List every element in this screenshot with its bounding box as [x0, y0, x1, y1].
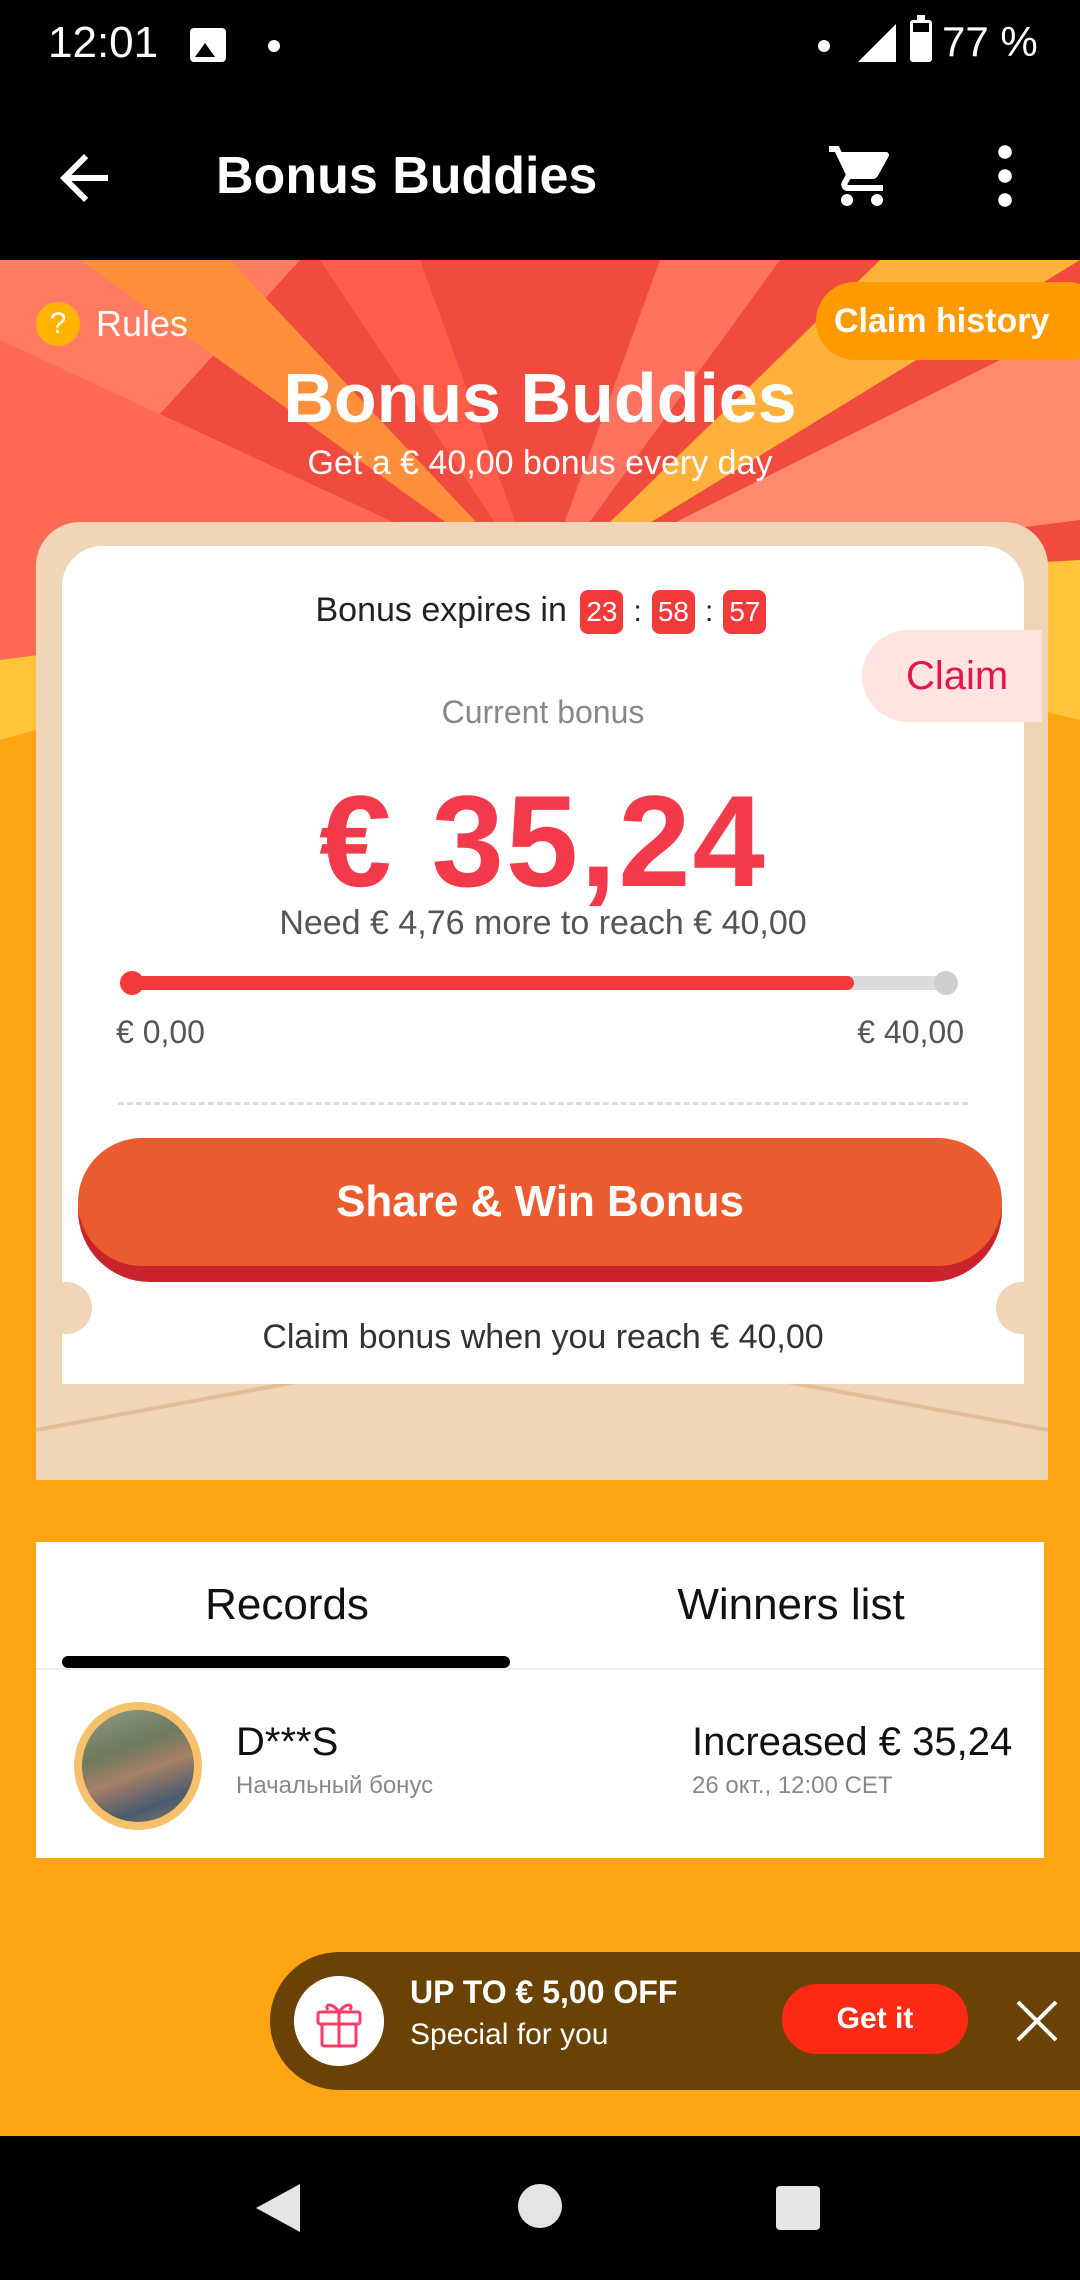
help-icon: ? — [36, 302, 80, 346]
notification-dot-icon — [268, 40, 280, 52]
more-options-icon[interactable] — [980, 140, 1030, 212]
timer-separator: : — [633, 595, 642, 628]
expires-label: Bonus expires in — [315, 590, 567, 629]
records-panel: Records Winners list D***S Начальный бон… — [36, 1542, 1044, 1858]
rules-link[interactable]: ? Rules — [36, 302, 188, 346]
status-time: 12:01 — [48, 18, 159, 67]
timer-seconds: 57 — [723, 590, 767, 634]
record-time: 26 окт., 12:00 CET — [692, 1772, 893, 1799]
gift-icon — [294, 1976, 384, 2066]
bonus-expiry: Bonus expires in 23:58:57 — [62, 590, 1024, 634]
ticket-notch-right — [996, 1282, 1048, 1334]
share-win-bonus-label: Share & Win Bonus — [78, 1138, 1002, 1266]
timer-separator: : — [704, 595, 714, 628]
signal-icon — [858, 24, 896, 62]
record-user-name: D***S — [236, 1720, 339, 1764]
current-bonus-label: Current bonus — [441, 694, 645, 730]
progress-max-label: € 40,00 — [857, 1014, 964, 1050]
progress-end-dot — [934, 971, 958, 995]
hero-title: Bonus Buddies — [283, 359, 797, 437]
hero-subtitle: Get a € 40,00 bonus every day — [307, 444, 773, 482]
rules-label: Rules — [96, 303, 189, 344]
battery-percent: 77 % — [942, 18, 1038, 65]
claim-history-button[interactable]: Claim history — [816, 282, 1080, 360]
active-tab-indicator — [62, 1656, 510, 1668]
ticket-perforation — [118, 1102, 968, 1105]
tab-records[interactable]: Records — [36, 1542, 538, 1668]
avatar — [74, 1702, 202, 1830]
progress-start-dot — [120, 971, 144, 995]
claim-condition-note: Claim bonus when you reach € 40,00 — [262, 1318, 824, 1356]
ticket-notch-left — [40, 1282, 92, 1334]
bonus-ticket-inner: Bonus expires in 23:58:57 Claim Current … — [62, 546, 1042, 1384]
share-win-bonus-button[interactable]: Share & Win Bonus — [78, 1138, 1002, 1282]
tab-winners-list[interactable]: Winners list — [538, 1542, 1044, 1668]
nav-recents-icon[interactable] — [776, 2186, 820, 2230]
bonus-progress-bar — [120, 971, 958, 995]
avatar-photo — [82, 1710, 194, 1822]
close-icon[interactable] — [1010, 1994, 1064, 2048]
current-bonus-amount: € 35,24 — [319, 768, 767, 914]
status-bar: 12:01 77 % — [0, 0, 1080, 92]
nav-home-icon[interactable] — [518, 2184, 562, 2228]
back-arrow-icon[interactable] — [48, 142, 120, 214]
promo-title: UP TO € 5,00 OFF — [410, 1974, 678, 2010]
get-it-button[interactable]: Get it — [782, 1984, 968, 2054]
battery-icon — [910, 15, 932, 62]
page-title: Bonus Buddies — [216, 147, 598, 205]
progress-fill — [126, 976, 854, 990]
timer-hours: 23 — [580, 590, 624, 634]
app-bar: Bonus Buddies — [0, 92, 1080, 260]
remaining-amount-text: Need € 4,76 more to reach € 40,00 — [279, 904, 807, 942]
image-notification-icon — [190, 28, 226, 62]
nav-back-icon[interactable] — [256, 2184, 300, 2232]
promo-subtitle: Special for you — [410, 2018, 609, 2051]
timer-minutes: 58 — [651, 590, 695, 634]
notification-dot-icon — [818, 40, 830, 52]
progress-min-label: € 0,00 — [116, 1014, 205, 1050]
main-content: ? Rules Claim history Bonus Buddies Get … — [0, 260, 1080, 2136]
tabs-divider — [36, 1668, 1044, 1670]
record-type: Начальный бонус — [236, 1772, 434, 1799]
cart-icon[interactable] — [826, 140, 898, 212]
promo-banner[interactable]: UP TO € 5,00 OFF Special for you Get it — [270, 1952, 1080, 2090]
system-navigation-bar — [0, 2136, 1080, 2280]
record-amount: Increased € 35,24 — [692, 1720, 1013, 1764]
